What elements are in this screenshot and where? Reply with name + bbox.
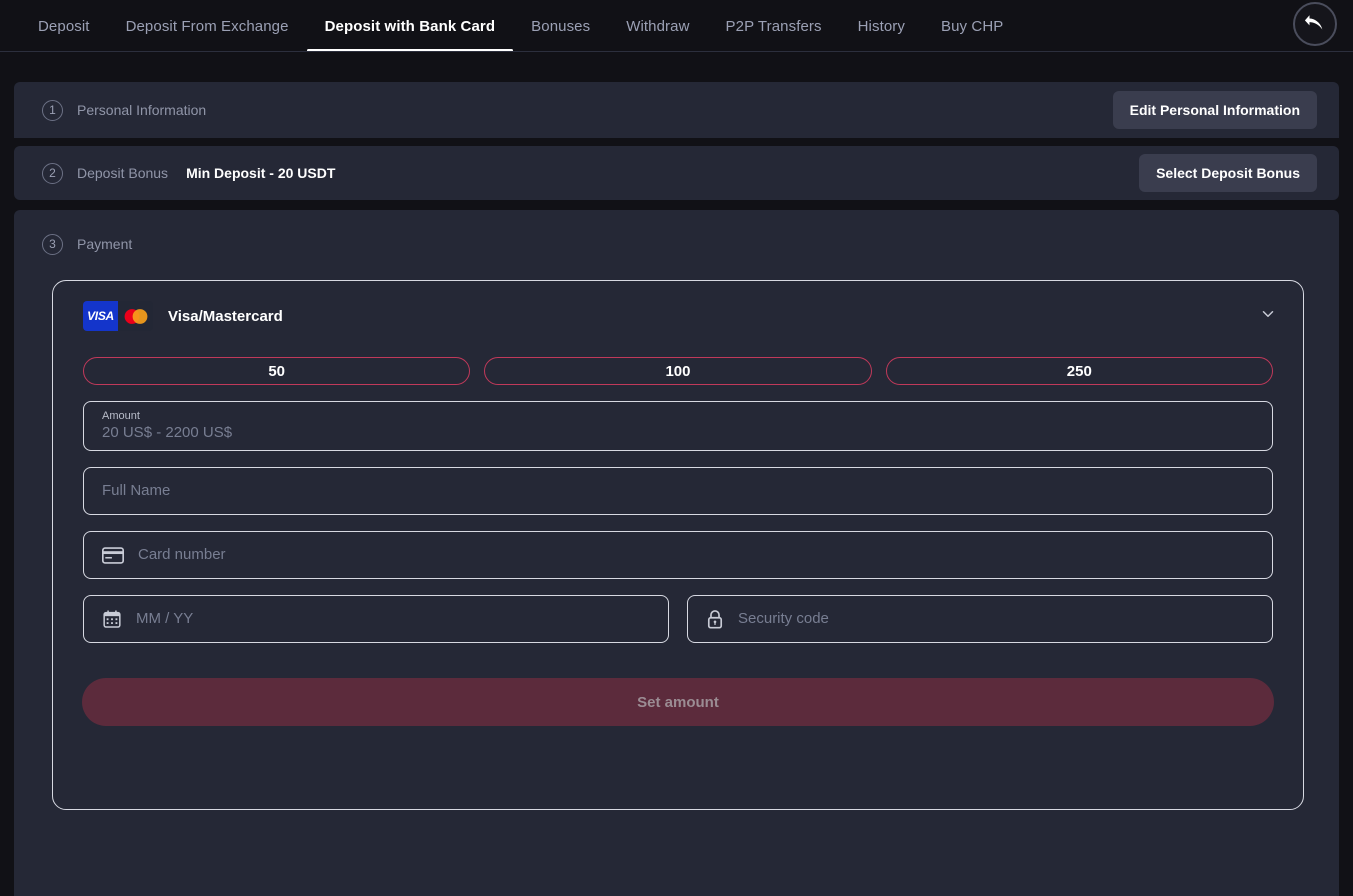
tab-buy-chp[interactable]: Buy CHP bbox=[923, 0, 1021, 52]
calendar-icon bbox=[102, 609, 122, 629]
step-3-row: 3 Payment bbox=[14, 210, 1339, 278]
tab-bonuses[interactable]: Bonuses bbox=[513, 0, 608, 52]
step-2-number: 2 bbox=[42, 163, 63, 184]
step-1-row: 1 Personal Information Edit Personal Inf… bbox=[14, 82, 1339, 138]
back-arrow-icon bbox=[1304, 13, 1326, 35]
step-3-label: Payment bbox=[77, 236, 132, 252]
amount-field-placeholder: 20 US$ - 2200 US$ bbox=[102, 423, 232, 443]
full-name-field[interactable]: Full Name bbox=[83, 467, 1273, 515]
credit-card-icon bbox=[102, 547, 124, 564]
lock-icon bbox=[706, 609, 724, 630]
step-deposit-bonus: 2 Deposit Bonus Min Deposit - 20 USDT Se… bbox=[14, 146, 1339, 200]
amount-field[interactable]: Amount 20 US$ - 2200 US$ bbox=[83, 401, 1273, 451]
expiry-date-field[interactable]: MM / YY bbox=[83, 595, 669, 643]
amount-field-label: Amount bbox=[102, 409, 140, 423]
tab-deposit[interactable]: Deposit bbox=[20, 0, 108, 52]
card-number-field[interactable]: Card number bbox=[83, 531, 1273, 579]
card-brand-logos: VISA bbox=[83, 301, 153, 331]
mastercard-logo bbox=[118, 301, 153, 331]
deposit-page: Deposit Deposit From Exchange Deposit wi… bbox=[0, 0, 1353, 896]
tab-list: Deposit Deposit From Exchange Deposit wi… bbox=[0, 0, 1353, 52]
payment-method-selector[interactable]: VISA Visa/Mastercard bbox=[53, 281, 1303, 351]
security-code-placeholder: Security code bbox=[738, 609, 829, 629]
full-name-placeholder: Full Name bbox=[102, 481, 170, 501]
expiry-date-placeholder: MM / YY bbox=[136, 609, 193, 629]
chevron-down-icon bbox=[1259, 305, 1277, 323]
tab-withdraw[interactable]: Withdraw bbox=[608, 0, 707, 52]
preset-amount-250[interactable]: 250 bbox=[886, 357, 1273, 385]
tab-deposit-with-bank-card[interactable]: Deposit with Bank Card bbox=[307, 0, 514, 52]
preset-amount-100[interactable]: 100 bbox=[484, 357, 871, 385]
step-1-label: Personal Information bbox=[77, 102, 206, 118]
card-number-placeholder: Card number bbox=[138, 545, 226, 565]
tab-deposit-from-exchange[interactable]: Deposit From Exchange bbox=[108, 0, 307, 52]
visa-logo-text: VISA bbox=[87, 309, 114, 323]
step-1-number: 1 bbox=[42, 100, 63, 121]
visa-logo: VISA bbox=[83, 301, 118, 331]
security-code-field[interactable]: Security code bbox=[687, 595, 1273, 643]
preset-amount-50[interactable]: 50 bbox=[83, 357, 470, 385]
set-amount-button[interactable]: Set amount bbox=[82, 678, 1274, 726]
step-2-label: Deposit Bonus bbox=[77, 165, 168, 181]
payment-method-card: VISA Visa/Mastercard 50 100 250 bbox=[52, 280, 1304, 810]
mastercard-icon bbox=[123, 308, 149, 325]
min-deposit-note: Min Deposit - 20 USDT bbox=[186, 165, 335, 181]
tab-bar-divider bbox=[0, 51, 1353, 52]
step-2-row: 2 Deposit Bonus Min Deposit - 20 USDT Se… bbox=[14, 146, 1339, 200]
amount-preset-buttons: 50 100 250 bbox=[53, 357, 1303, 385]
edit-personal-information-button[interactable]: Edit Personal Information bbox=[1113, 91, 1317, 129]
tab-p2p-transfers[interactable]: P2P Transfers bbox=[708, 0, 840, 52]
back-button[interactable] bbox=[1293, 2, 1337, 46]
step-personal-information: 1 Personal Information Edit Personal Inf… bbox=[14, 82, 1339, 138]
select-deposit-bonus-button[interactable]: Select Deposit Bonus bbox=[1139, 154, 1317, 192]
step-3-number: 3 bbox=[42, 234, 63, 255]
tab-history[interactable]: History bbox=[840, 0, 923, 52]
tab-bar: Deposit Deposit From Exchange Deposit wi… bbox=[0, 0, 1353, 52]
expiry-cvv-row: MM / YY Security code bbox=[83, 595, 1273, 643]
payment-method-name: Visa/Mastercard bbox=[168, 308, 283, 325]
payment-form-fields: Amount 20 US$ - 2200 US$ Full Name Card … bbox=[53, 401, 1303, 643]
payment-method-expand-toggle[interactable] bbox=[1259, 305, 1277, 328]
